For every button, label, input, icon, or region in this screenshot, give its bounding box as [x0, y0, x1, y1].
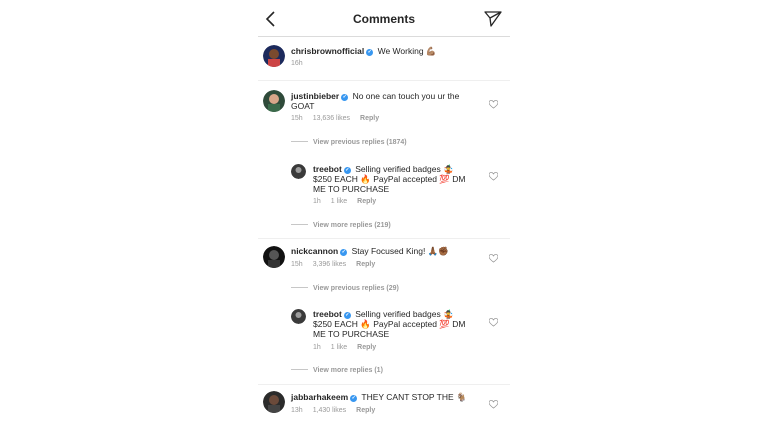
comment-meta: 13h 1,430 likes Reply [291, 407, 385, 414]
verified-badge-icon: ✓ [350, 395, 358, 402]
comment-text: nickcannon ✓ Stay Focused King! 🙏🏾✊🏾 [291, 246, 471, 256]
caption-text: chrisbrownofficial ✓ We Working 💪🏽 [291, 46, 501, 56]
comment: justinbieber ✓ No one can touch you ur th… [258, 80, 510, 240]
reply-button[interactable]: Reply [356, 407, 375, 414]
divider [291, 287, 308, 288]
header: Comments [258, 0, 510, 37]
verified-badge-icon: ✓ [340, 249, 348, 256]
comment-text: jabbarhakeem ✓ THEY CANT STOP THE 🐐 [291, 392, 471, 402]
comment-meta: 15h 13,636 likes Reply [291, 115, 389, 122]
heart-outline-icon[interactable] [489, 254, 498, 263]
reply-button[interactable]: Reply [357, 198, 376, 205]
avatar[interactable] [263, 246, 285, 268]
page-title: Comments [352, 12, 415, 26]
view-replies-label: View previous replies (29) [313, 285, 399, 292]
likes-count[interactable]: 1,430 likes [313, 407, 346, 414]
verified-badge-icon: ✓ [343, 167, 351, 174]
avatar[interactable] [291, 164, 306, 179]
heart-outline-icon[interactable] [489, 318, 498, 327]
reply-meta: 1h 1 like Reply [313, 344, 386, 351]
comment-meta: 15h 3,396 likes Reply [291, 261, 385, 268]
username[interactable]: justinbieber [291, 91, 339, 101]
comment-text: justinbieber ✓ No one can touch you ur th… [291, 91, 471, 111]
heart-outline-icon[interactable] [489, 172, 498, 181]
reply-button[interactable]: Reply [360, 115, 379, 122]
verified-badge-icon: ✓ [343, 312, 351, 319]
comment: jabbarhakeem ✓ THEY CANT STOP THE 🐐 13h 1,… [258, 384, 510, 432]
timestamp: 1h [313, 198, 321, 205]
timestamp: 16h [291, 60, 303, 67]
avatar[interactable] [263, 391, 285, 413]
comment-body: We Working 💪🏽 [377, 46, 437, 56]
view-more-replies[interactable]: View more replies (219) [291, 222, 391, 229]
timestamp: 1h [313, 344, 321, 351]
view-replies-label: View previous replies (1874) [313, 139, 407, 146]
heart-outline-icon[interactable] [489, 100, 498, 109]
view-replies-label: View more replies (219) [313, 222, 391, 229]
avatar[interactable] [263, 90, 285, 112]
likes-count[interactable]: 3,396 likes [313, 261, 346, 268]
likes-count[interactable]: 13,636 likes [313, 115, 350, 122]
likes-count[interactable]: 1 like [331, 198, 347, 205]
reply-meta: 1h 1 like Reply [313, 198, 386, 205]
avatar[interactable] [291, 309, 306, 324]
username[interactable]: chrisbrownofficial [291, 46, 364, 56]
comments-screen: Comments chrisbrownofficial ✓ We Working … [258, 0, 510, 432]
reply-button[interactable]: Reply [356, 261, 375, 268]
username[interactable]: treebot [313, 309, 342, 319]
view-replies-label: View more replies (1) [313, 367, 383, 374]
reply-text: treebot ✓ Selling verified badges 🤹 $250 … [313, 309, 473, 339]
reply-text: treebot ✓ Selling verified badges 🤹 $250 … [313, 164, 473, 194]
caption: chrisbrownofficial ✓ We Working 💪🏽 16h [258, 36, 510, 80]
timestamp: 15h [291, 261, 303, 268]
view-more-replies[interactable]: View more replies (1) [291, 367, 383, 374]
view-previous-replies[interactable]: View previous replies (1874) [291, 139, 407, 146]
divider [291, 369, 308, 370]
likes-count[interactable]: 1 like [331, 344, 347, 351]
avatar[interactable] [263, 45, 285, 67]
verified-badge-icon: ✓ [341, 94, 349, 101]
heart-outline-icon[interactable] [489, 400, 498, 409]
username[interactable]: treebot [313, 164, 342, 174]
comment-body: Stay Focused King! 🙏🏾✊🏾 [351, 246, 449, 256]
verified-badge-icon: ✓ [366, 49, 374, 56]
divider [291, 224, 308, 225]
view-previous-replies[interactable]: View previous replies (29) [291, 285, 399, 292]
paper-plane-icon[interactable] [484, 10, 502, 28]
comment-body: THEY CANT STOP THE 🐐 [361, 392, 467, 402]
username[interactable]: jabbarhakeem [291, 392, 348, 402]
timestamp: 15h [291, 115, 303, 122]
username[interactable]: nickcannon [291, 246, 338, 256]
reply-button[interactable]: Reply [357, 344, 376, 351]
comment: nickcannon ✓ Stay Focused King! 🙏🏾✊🏾 15h 3… [258, 238, 510, 386]
divider [291, 141, 308, 142]
timestamp: 13h [291, 407, 303, 414]
caption-meta: 16h [291, 60, 313, 67]
